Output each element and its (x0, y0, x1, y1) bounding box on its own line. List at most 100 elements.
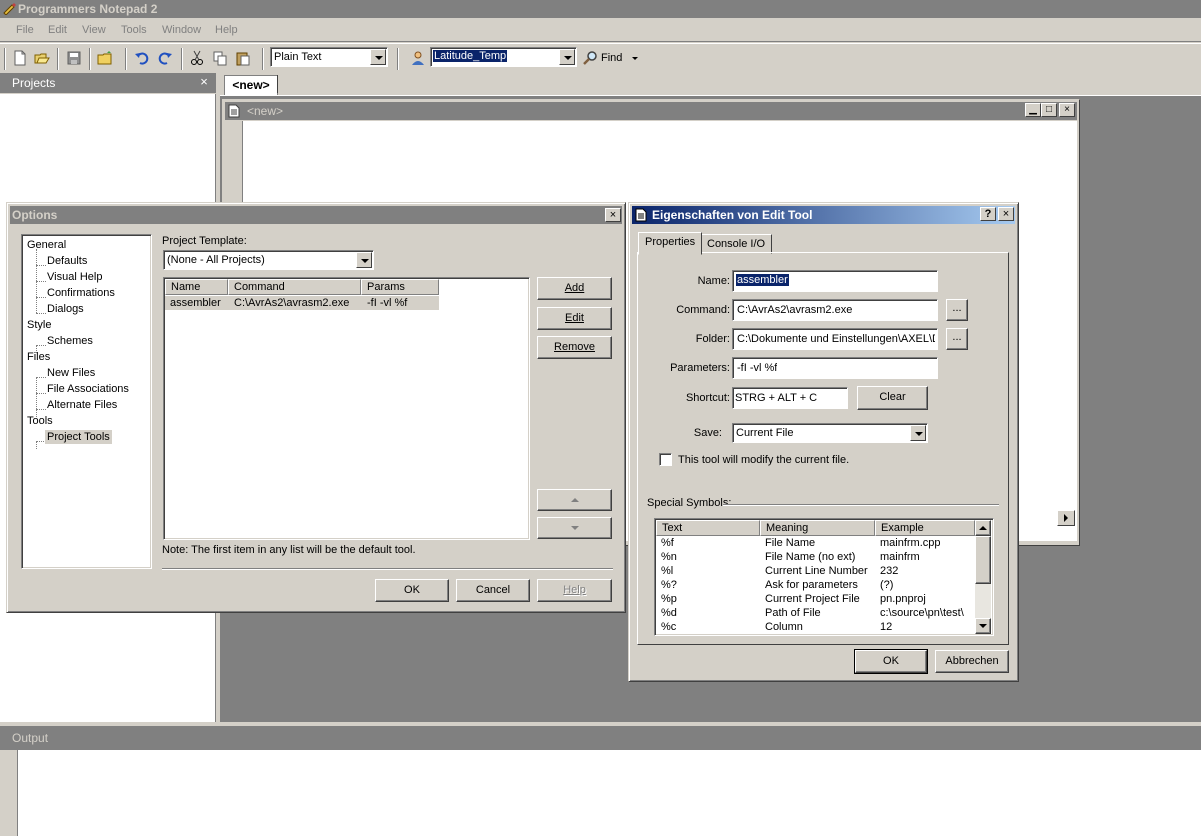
table-row[interactable]: %d Path of File c:\source\pn\test\ (656, 607, 975, 621)
tree-item-file-associations[interactable]: File Associations (47, 383, 129, 395)
tree-item-style[interactable]: Style (27, 319, 51, 331)
maximize-button[interactable]: □ (1041, 103, 1057, 117)
tab-properties[interactable]: Properties (638, 232, 703, 255)
tree-item-alternate-files[interactable]: Alternate Files (47, 399, 117, 411)
find-icon[interactable] (583, 50, 599, 66)
search-combo[interactable]: Latitude_Temp (430, 47, 577, 67)
table-row[interactable]: %c Column 12 (656, 621, 975, 635)
save-icon[interactable] (66, 50, 82, 66)
open-project-icon[interactable] (97, 50, 113, 66)
find-dropdown-icon[interactable] (632, 57, 638, 60)
tree-item-confirmations[interactable]: Confirmations (47, 287, 115, 299)
folder-field[interactable]: C:\Dokumente und Einstellungen\AXEL\D (732, 328, 938, 350)
command-field[interactable]: C:\AvrAs2\avrasm2.exe (732, 299, 938, 321)
tab-console-io[interactable]: Console I/O (700, 234, 773, 254)
tree-item-general[interactable]: General (27, 239, 66, 251)
output-area[interactable] (0, 750, 1201, 836)
column-header-meaning[interactable]: Meaning (760, 520, 875, 536)
search-user-icon[interactable] (410, 50, 426, 66)
special-symbols-list[interactable]: Text Meaning Example %f File Name mainfr… (654, 518, 994, 636)
menu-view[interactable]: View (82, 24, 106, 36)
table-row[interactable]: %f File Name mainfrm.cpp (656, 537, 975, 551)
props-close-button[interactable]: × (998, 207, 1014, 221)
document-tab[interactable]: <new> (224, 75, 278, 95)
chevron-down-icon[interactable] (559, 49, 575, 65)
move-down-button[interactable] (537, 517, 612, 539)
tree-item-dialogs[interactable]: Dialogs (47, 303, 84, 315)
new-file-icon[interactable] (12, 50, 28, 66)
chevron-down-icon[interactable] (370, 49, 386, 65)
options-tree[interactable]: General Defaults Visual Help Confirmatio… (21, 234, 152, 569)
cut-icon[interactable] (189, 50, 205, 66)
table-row[interactable]: %p Current Project File pn.pnproj (656, 593, 975, 607)
close-icon[interactable]: × (197, 75, 211, 89)
shortcut-field[interactable]: STRG + ALT + C (732, 387, 848, 409)
menu-help[interactable]: Help (215, 24, 238, 36)
tree-item-new-files[interactable]: New Files (47, 367, 95, 379)
undo-icon[interactable] (134, 50, 150, 66)
column-header-command[interactable]: Command (228, 279, 361, 295)
tree-item-files[interactable]: Files (27, 351, 50, 363)
tree-item-tools[interactable]: Tools (27, 415, 53, 427)
parameters-field[interactable]: -fI -vl %f (732, 357, 938, 379)
scheme-select[interactable]: Plain Text (270, 47, 388, 67)
tree-item-visual-help[interactable]: Visual Help (47, 271, 102, 283)
vertical-scrollbar[interactable] (975, 520, 991, 634)
parameters-label: Parameters: (670, 362, 730, 374)
chevron-down-icon[interactable] (356, 252, 372, 268)
tools-list[interactable]: Name Command Params assembler C:\AvrAs2\… (163, 277, 530, 540)
save-select[interactable]: Current File (732, 423, 928, 443)
options-close-button[interactable]: × (605, 208, 621, 222)
find-button[interactable]: Find (601, 52, 622, 64)
cancel-button[interactable]: Cancel (456, 579, 530, 602)
close-icon: × (1064, 104, 1070, 115)
help-icon[interactable]: ? (980, 207, 996, 221)
edit-button[interactable]: Edit (537, 307, 612, 330)
props-cancel-label: Abbrechen (945, 655, 999, 667)
tree-item-defaults[interactable]: Defaults (47, 255, 87, 267)
symbol-meaning: Path of File (765, 607, 821, 619)
open-file-icon[interactable] (34, 50, 50, 66)
scroll-thumb[interactable] (975, 536, 991, 584)
project-template-select[interactable]: (None - All Projects) (163, 250, 374, 270)
clear-shortcut-button[interactable]: Clear (857, 386, 928, 410)
modify-file-checkbox[interactable] (659, 453, 672, 466)
chevron-down-icon[interactable] (910, 425, 926, 441)
menu-file[interactable]: File (16, 24, 34, 36)
props-cancel-button[interactable]: Abbrechen (935, 650, 1009, 673)
column-header-params[interactable]: Params (361, 279, 439, 295)
menu-tools[interactable]: Tools (121, 24, 147, 36)
move-up-button[interactable] (537, 489, 612, 511)
menu-window[interactable]: Window (162, 24, 201, 36)
minimize-button[interactable]: ▁ (1025, 103, 1041, 117)
menu-edit[interactable]: Edit (48, 24, 67, 36)
scroll-up-button[interactable] (975, 520, 991, 536)
ok-button[interactable]: OK (375, 579, 449, 602)
project-template-label: Project Template: (162, 235, 247, 247)
props-ok-button[interactable]: OK (854, 649, 928, 674)
tree-item-schemes[interactable]: Schemes (47, 335, 93, 347)
browse-folder-button[interactable]: ... (946, 328, 968, 350)
remove-button[interactable]: Remove (537, 336, 612, 359)
redo-icon[interactable] (157, 50, 173, 66)
separator (162, 568, 613, 570)
add-button[interactable]: Add (537, 277, 612, 300)
table-row[interactable]: %? Ask for parameters (?) (656, 579, 975, 593)
table-row[interactable]: %l Current Line Number 232 (656, 565, 975, 579)
table-row[interactable]: %n File Name (no ext) mainfrm (656, 551, 975, 565)
toolbar-separator (57, 48, 59, 70)
column-header-text[interactable]: Text (656, 520, 760, 536)
scroll-down-button[interactable] (975, 618, 991, 634)
help-button[interactable]: Help (537, 579, 612, 602)
column-header-name[interactable]: Name (165, 279, 228, 295)
tree-item-project-tools[interactable]: Project Tools (45, 430, 112, 444)
browse-command-button[interactable]: ... (946, 299, 968, 321)
copy-icon[interactable] (212, 50, 228, 66)
name-field[interactable]: assembler (732, 270, 938, 292)
close-button[interactable]: × (1059, 103, 1075, 117)
table-row[interactable]: assembler C:\AvrAs2\avrasm2.exe -fI -vl … (165, 296, 439, 310)
column-header-example[interactable]: Example (875, 520, 975, 536)
toolbar-separator (397, 48, 399, 70)
scroll-right-button[interactable] (1057, 510, 1075, 526)
paste-icon[interactable] (235, 50, 251, 66)
